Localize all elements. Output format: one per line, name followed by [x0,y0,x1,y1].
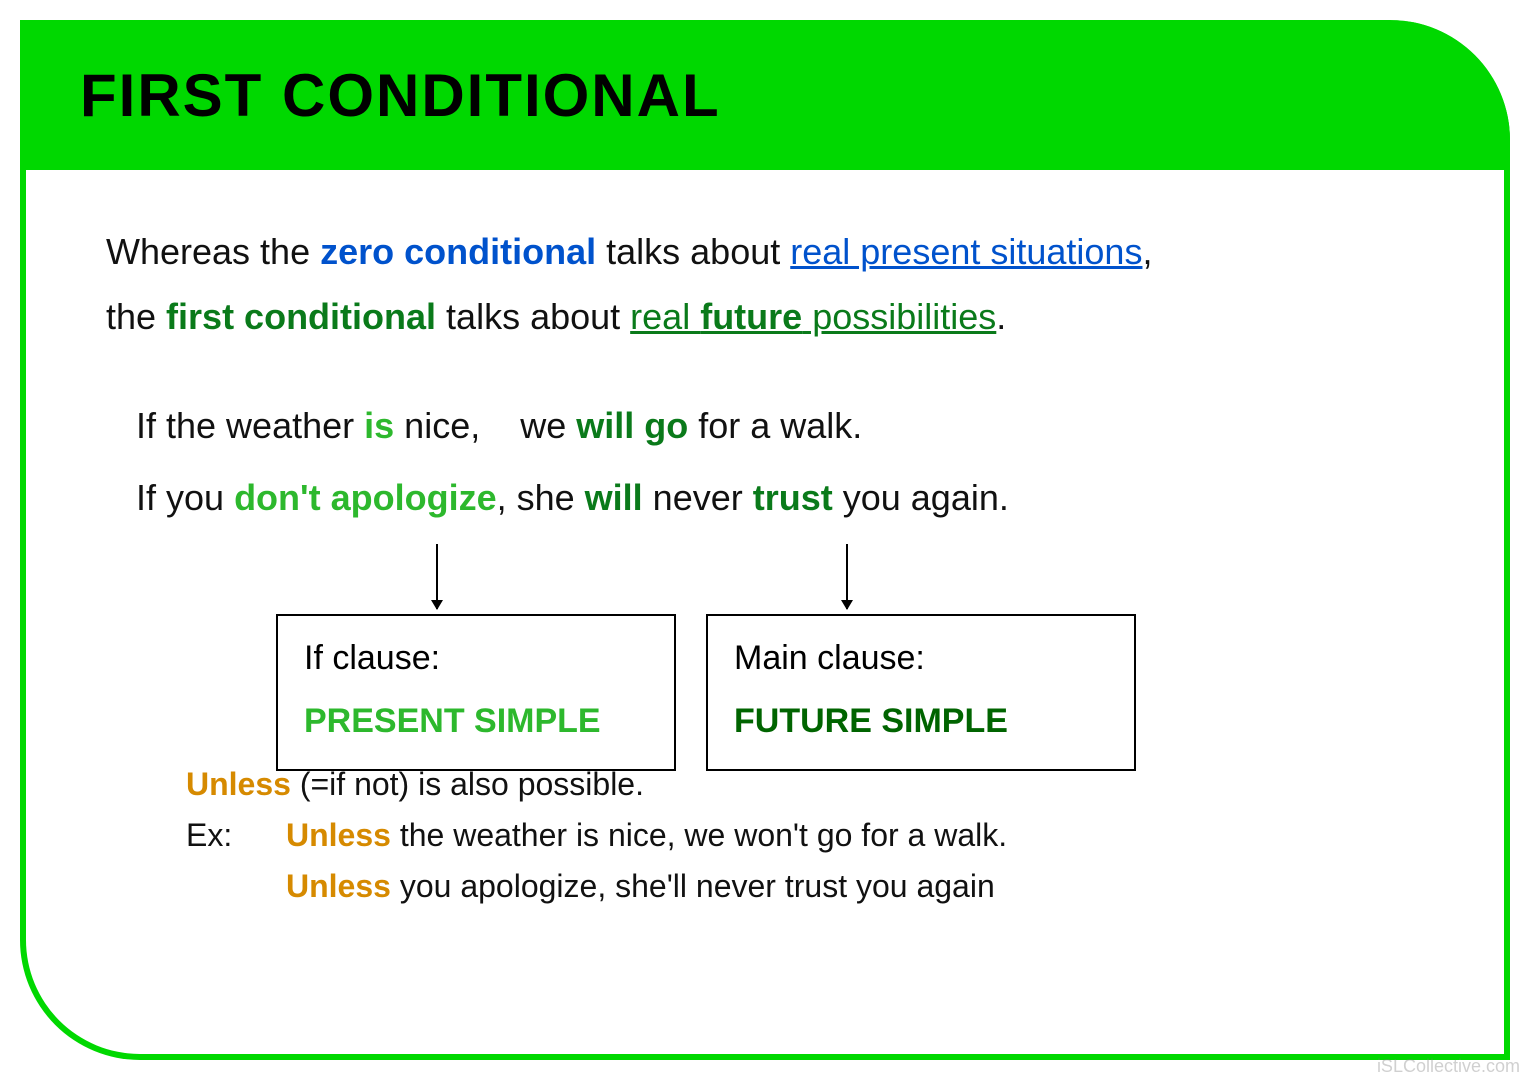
if-clause-box: If clause: PRESENT SIMPLE [276,614,676,772]
text: , she [497,477,585,518]
text: Whereas the [106,231,320,272]
verb-dont-apologize: don't apologize [234,477,497,518]
example-label: Ex: [186,810,286,861]
slide-content: Whereas the zero conditional talks about… [106,220,1444,912]
verb-trust: trust [753,477,833,518]
unless-section: Unless (=if not) is also possible. Ex: U… [186,759,1444,913]
real-link: real [630,296,700,337]
unless-example-2: Unless you apologize, she'll never trust… [186,861,1444,912]
first-conditional-term: first conditional [166,296,436,337]
text: you again. [833,477,1009,518]
verb-is: is [364,405,394,446]
unless-example-1: Ex: Unless the weather is nice, we won't… [186,810,1444,861]
slide-title: FIRST CONDITIONAL [80,61,721,130]
title-bar: FIRST CONDITIONAL [20,20,1510,170]
example-2: If you don't apologize, she will never t… [136,462,1444,534]
clause-diagram: If clause: PRESENT SIMPLE Main clause: F… [206,544,1444,734]
box-tense: FUTURE SIMPLE [734,693,1108,751]
arrow-icon [846,544,848,609]
text: the weather is nice, we won't go for a w… [391,817,1007,853]
verb-will-go: will go [576,405,688,446]
intro-text: Whereas the zero conditional talks about… [106,220,1444,350]
text: . [996,296,1006,337]
zero-conditional-term: zero conditional [320,231,596,272]
text: , [1142,231,1152,272]
future-link: future [700,296,802,337]
text: talks about [436,296,630,337]
text: we [520,405,576,446]
example-1: If the weather is nice, we will go for a … [136,390,1444,462]
text: nice, [394,405,480,446]
example-text: Unless the weather is nice, we won't go … [286,810,1007,861]
box-label: If clause: [304,630,648,688]
text: never [643,477,753,518]
example-text: Unless you apologize, she'll never trust… [286,861,995,912]
text: the [106,296,166,337]
box-tense: PRESENT SIMPLE [304,693,648,751]
slide-frame: Whereas the zero conditional talks about… [20,20,1510,1060]
text: If you [136,477,234,518]
unless-keyword: Unless [286,817,391,853]
real-present-link: real present situations [790,231,1142,272]
arrow-icon [436,544,438,609]
possibilities-link: possibilities [802,296,996,337]
text: If the weather [136,405,364,446]
unless-keyword: Unless [286,868,391,904]
spacer [186,861,286,912]
verb-will: will [585,477,643,518]
watermark: iSLCollective.com [1377,1056,1520,1077]
example-sentences: If the weather is nice, we will go for a … [136,390,1444,534]
text: you apologize, she'll never trust you ag… [391,868,995,904]
main-clause-box: Main clause: FUTURE SIMPLE [706,614,1136,772]
text: talks about [596,231,790,272]
text: for a walk. [688,405,862,446]
box-label: Main clause: [734,630,1108,688]
